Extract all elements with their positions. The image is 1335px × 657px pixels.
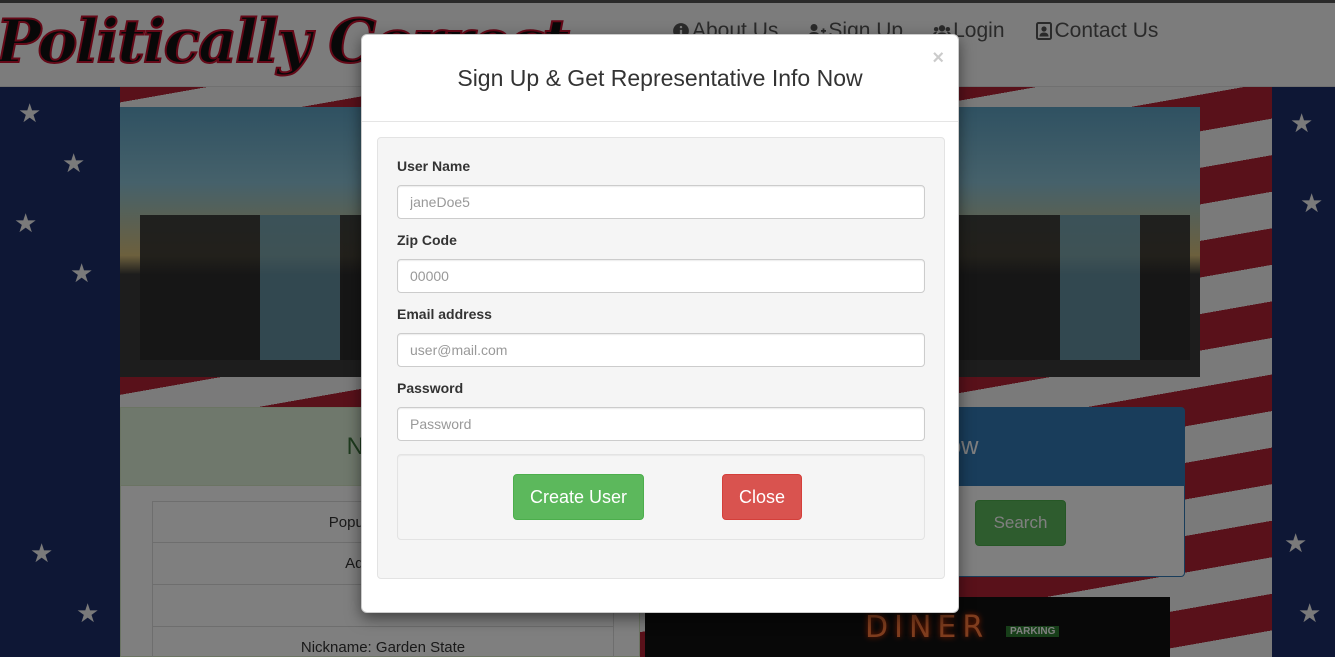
password-group: Password	[397, 380, 925, 441]
modal-title: Sign Up & Get Representative Info Now	[457, 64, 863, 91]
close-button[interactable]: Close	[722, 474, 802, 520]
email-label: Email address	[397, 306, 492, 322]
signup-modal: Sign Up & Get Representative Info Now × …	[361, 34, 959, 613]
username-label: User Name	[397, 158, 471, 174]
email-input[interactable]	[397, 333, 925, 367]
username-input[interactable]	[397, 185, 925, 219]
modal-header: Sign Up & Get Representative Info Now ×	[362, 35, 958, 122]
password-input[interactable]	[397, 407, 925, 441]
password-label: Password	[397, 380, 464, 396]
email-group: Email address	[397, 306, 925, 367]
create-user-button[interactable]: Create User	[513, 474, 644, 520]
zip-group: Zip Code	[397, 232, 925, 293]
close-icon[interactable]: ×	[932, 48, 944, 68]
zip-label: Zip Code	[397, 232, 457, 248]
signup-form: User Name Zip Code Email address Passwor…	[377, 137, 945, 579]
button-well: Create User Close	[397, 454, 925, 540]
zip-input[interactable]	[397, 259, 925, 293]
username-group: User Name	[397, 158, 925, 219]
